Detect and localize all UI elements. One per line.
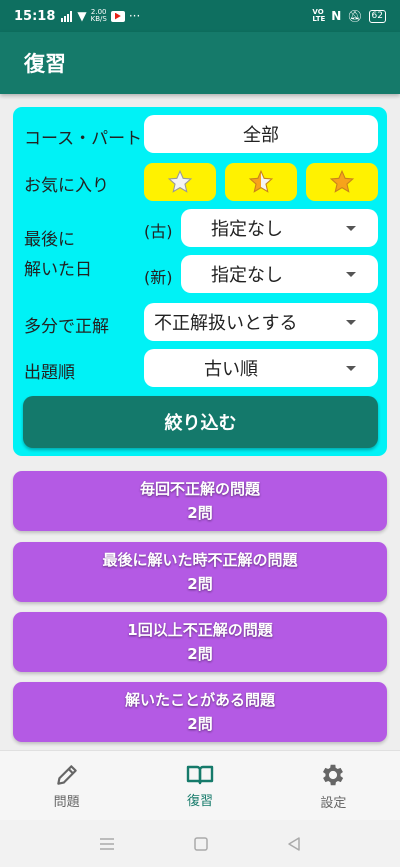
- nav-problems[interactable]: 問題: [0, 751, 133, 820]
- review-card-title: 解いたことがある問題: [124, 691, 275, 709]
- more-notifications: ···: [128, 9, 141, 23]
- favorite-label: お気に入り: [24, 176, 109, 196]
- filter-panel: コース・パート 全部 お気に入り 最後に 解いた日 (古) 指定なし (新) 指定…: [13, 107, 387, 456]
- star-icon: [248, 169, 274, 193]
- book-icon: [186, 765, 214, 784]
- pencil-icon: [56, 764, 77, 785]
- mostly-correct-select[interactable]: 不正解扱いとする: [144, 303, 378, 341]
- course-value: 全部: [243, 125, 279, 146]
- order-select[interactable]: 古い順: [144, 349, 378, 387]
- nav-review[interactable]: 復習: [133, 751, 266, 820]
- dropdown-arrow-icon: [346, 366, 356, 371]
- favorite-star-button-1[interactable]: [144, 163, 216, 201]
- course-label: コース・パート: [24, 129, 143, 149]
- nav-settings[interactable]: 設定: [267, 751, 400, 820]
- review-card-count: 2問: [187, 504, 213, 522]
- page-title: 復習: [24, 52, 66, 76]
- dropdown-arrow-icon: [346, 272, 356, 277]
- back-icon[interactable]: [286, 836, 302, 852]
- review-card-count: 2問: [187, 645, 213, 663]
- mostly-correct-label: 多分で正解: [24, 317, 109, 337]
- review-card-count: 2問: [187, 575, 213, 593]
- mostly-correct-value: 不正解扱いとする: [154, 313, 298, 334]
- review-card-count: 2問: [187, 715, 213, 733]
- new-label: (新): [144, 268, 173, 287]
- status-bar: 15:18 ▼ 2.00 KB/S ··· VO LTE N 🔕︎ 62: [0, 0, 400, 32]
- old-label: (古): [144, 222, 173, 241]
- course-select[interactable]: 全部: [144, 115, 378, 153]
- last-solved-new-select[interactable]: 指定なし: [181, 255, 378, 293]
- menu-icon[interactable]: [98, 837, 116, 851]
- order-label: 出題順: [24, 363, 75, 383]
- nav-settings-label: 設定: [320, 795, 347, 811]
- favorite-star-button-3[interactable]: [306, 163, 378, 201]
- review-card-solved[interactable]: 解いたことがある問題 2問: [13, 682, 387, 742]
- nfc-icon: N: [331, 9, 342, 23]
- battery-indicator: 62: [368, 9, 386, 23]
- order-value: 古い順: [204, 359, 258, 380]
- wifi-icon: ▼: [77, 9, 87, 23]
- youtube-icon: [110, 10, 125, 22]
- favorite-star-button-2[interactable]: [225, 163, 297, 201]
- app-bar: 復習: [0, 32, 400, 94]
- review-card-last-incorrect[interactable]: 最後に解いた時不正解の問題 2問: [13, 542, 387, 602]
- review-card-once-incorrect[interactable]: 1回以上不正解の問題 2問: [13, 612, 387, 672]
- star-icon: [329, 169, 355, 193]
- review-card-title: 最後に解いた時不正解の問題: [102, 551, 298, 569]
- signal-icon: [61, 10, 73, 22]
- gear-icon: [323, 764, 344, 785]
- nav-review-label: 復習: [186, 793, 213, 809]
- volte-indicator: VO LTE: [312, 8, 326, 23]
- dropdown-arrow-icon: [346, 226, 356, 231]
- apply-filter-button[interactable]: 絞り込む: [23, 396, 378, 448]
- review-card-title: 毎回不正解の問題: [139, 480, 260, 498]
- review-card-always-incorrect[interactable]: 毎回不正解の問題 2問: [13, 471, 387, 531]
- last-solved-old-select[interactable]: 指定なし: [181, 209, 378, 247]
- new-value: 指定なし: [211, 265, 283, 286]
- system-navigation-bar: [0, 820, 400, 867]
- dropdown-arrow-icon: [346, 320, 356, 325]
- bottom-navigation: 問題 復習 設定: [0, 750, 400, 820]
- network-speed: 2.00 KB/S: [90, 8, 107, 23]
- last-solved-label: 最後に 解いた日: [24, 230, 92, 280]
- nav-problems-label: 問題: [53, 794, 80, 810]
- star-icon: [167, 169, 193, 193]
- apply-filter-label: 絞り込む: [164, 413, 237, 434]
- review-card-title: 1回以上不正解の問題: [127, 621, 273, 639]
- mute-icon: 🔕︎: [347, 9, 363, 23]
- home-icon[interactable]: [193, 836, 209, 852]
- status-time: 15:18: [14, 8, 56, 24]
- old-value: 指定なし: [211, 219, 283, 240]
